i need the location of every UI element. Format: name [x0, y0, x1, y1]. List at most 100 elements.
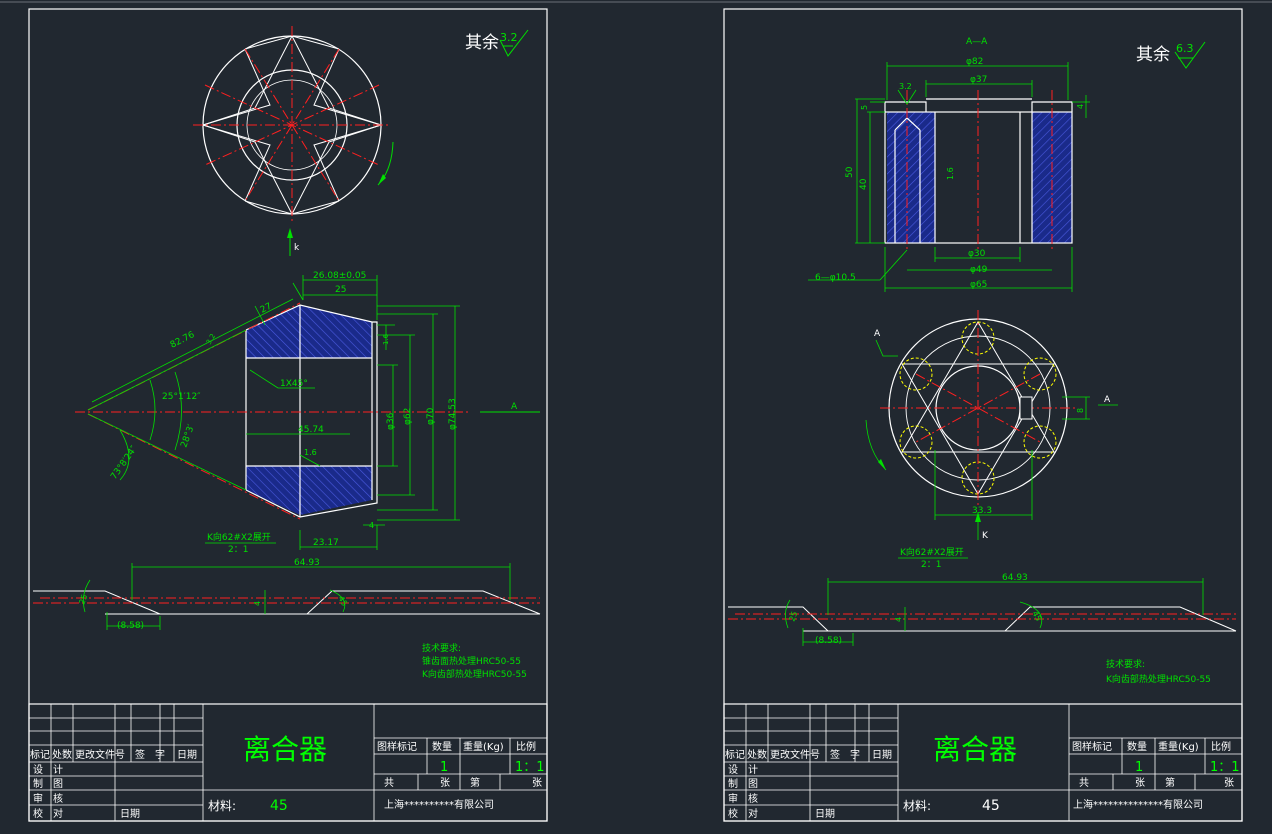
- dim-angle-73: 73°8′24″: [109, 444, 140, 482]
- part-name-right: 离合器: [933, 733, 1017, 766]
- dev-angle-a-right: 25: [787, 610, 799, 623]
- page-no-right: 第: [1165, 776, 1175, 789]
- row-design-right: 设 计: [728, 763, 758, 776]
- tooth-development-view: 64.93 25 (8.58) 4 45: [33, 558, 541, 631]
- dev-c: 4: [253, 601, 262, 606]
- material-label: 材料:: [208, 799, 236, 813]
- dim-chamfer: 1X45°: [280, 379, 308, 389]
- row-draw: 制 图: [33, 777, 63, 790]
- tooth-development-view-right: 64.93 25 (8.58) 4 45: [728, 573, 1237, 646]
- hdr-sign-right: 签 字: [830, 748, 860, 761]
- row-review: 审 核: [33, 792, 63, 805]
- dev-b-right: (8.58): [815, 636, 842, 646]
- col-scale-right: 比例: [1211, 740, 1231, 753]
- row-date-right: 日期: [815, 808, 835, 820]
- dev-d: 45: [336, 595, 349, 608]
- dim-4: 4: [369, 521, 374, 530]
- col-fig: 图样标记: [377, 740, 417, 753]
- tech-title-right: 技术要求:: [1106, 658, 1145, 670]
- gear-top-view: k: [193, 26, 394, 256]
- dev-c-right: 4: [894, 617, 903, 622]
- section-a-mark-2: A: [1104, 395, 1111, 405]
- sheet-left: 其余 3.2 k 26.08±0.05 25 82.76 27 3.2 25°1…: [28, 8, 548, 822]
- dim-phi30: φ30: [968, 249, 986, 259]
- part-name: 离合器: [243, 733, 327, 766]
- sheet-unit-right: 张: [1135, 777, 1145, 789]
- dim-40: 40: [859, 178, 869, 190]
- roughness-note: 其余: [465, 33, 499, 53]
- row-review-right: 审 核: [728, 792, 758, 805]
- material-label-right: 材料:: [903, 799, 931, 813]
- company-right: 上海**************有限公司: [1073, 798, 1203, 811]
- col-weight: 重量(Kg): [463, 740, 504, 753]
- tech-item-2: K向齿部热处理HRC50-55: [422, 668, 527, 680]
- material-value: 45: [270, 798, 288, 814]
- roughness-value: 3.2: [500, 31, 518, 44]
- hdr-date: 日期: [177, 749, 197, 761]
- qty-value-right: 1: [1135, 760, 1143, 775]
- dim-phi70: φ70: [426, 407, 436, 425]
- k-view-scale: 2：1: [228, 545, 248, 555]
- material-value-right: 45: [982, 798, 1000, 814]
- row-design: 设 计: [33, 763, 63, 776]
- k-view-title: K向62#X2展开: [207, 531, 271, 543]
- dim-angle-25: 25°1′12″: [162, 392, 201, 402]
- section-label: A—A: [966, 37, 988, 47]
- dev-angle-a: 25: [77, 593, 89, 606]
- row-check-right: 校 对: [728, 807, 758, 820]
- scale-value: 1：1: [515, 760, 545, 775]
- dim-27: 27: [259, 302, 274, 316]
- hdr-date-right: 日期: [872, 749, 892, 761]
- dim-5: 5: [860, 105, 869, 110]
- tech-item-1: 锥齿面热处理HRC50-55: [422, 655, 521, 667]
- sheet-total: 共: [384, 777, 394, 789]
- col-weight-right: 重量(Kg): [1158, 740, 1199, 753]
- col-scale: 比例: [516, 740, 536, 753]
- hdr-mark: 标记: [30, 749, 50, 761]
- dim-phi65: φ65: [970, 280, 987, 290]
- roughness-value-right: 6.3: [1176, 42, 1194, 55]
- tech-item-right-1: K向齿部热处理HRC50-55: [1106, 673, 1211, 685]
- hdr-sign: 签 字: [135, 748, 165, 761]
- dim-3-2-right: 3.2: [899, 82, 912, 91]
- dev-length-right: 64.93: [1002, 573, 1028, 583]
- dim-33-3: 33.3: [972, 506, 992, 516]
- gear-face-view: A A 8 33.3 K: [865, 310, 1118, 541]
- section-a-a-view: φ82 φ37 3.2 5 50 40 4 1.6 φ30 φ49 φ65 6—…: [808, 57, 1090, 292]
- gear-side-section: 26.08±0.05 25 82.76 27 3.2 25°1′12″ 28°3…: [75, 271, 540, 550]
- dim-phi62: φ62: [403, 408, 413, 425]
- sheet-right: A—A 其余 6.3 φ82 φ37 3.2 5 50 40 4 1.6 φ30…: [723, 8, 1243, 822]
- dev-length: 64.93: [294, 558, 320, 568]
- cad-drawing-canvas: 其余 3.2 k 26.08±0.05 25 82.76 27 3.2 25°1…: [0, 1, 1272, 822]
- dim-angle-28: 28°3′: [179, 423, 197, 449]
- title-block-right: 标记 处数 更改文件号 签 字 日期 设 计 制 图 审 核 校 对 日期 离合…: [723, 703, 1243, 822]
- hdr-count-right: 处数: [747, 748, 767, 761]
- dim-25: 25: [335, 285, 346, 295]
- page-unit-right: 张: [1224, 777, 1234, 789]
- dim-phi36: φ36: [386, 412, 396, 430]
- col-qty-right: 数量: [1127, 740, 1147, 753]
- dim-phi74-53: φ74.53: [448, 398, 458, 430]
- title-block: 标记 处数 更改文件号 签 字 日期 设 计 制 图 审 核 校 对 日期 离合…: [28, 703, 548, 822]
- col-fig-right: 图样标记: [1072, 740, 1112, 753]
- dim-1-6-right: 1.6: [946, 167, 955, 180]
- dim-8: 8: [1076, 408, 1085, 413]
- dim-4-right: 4: [1076, 104, 1085, 109]
- dim-holes: 6—φ10.5: [815, 273, 856, 283]
- hdr-mark-right: 标记: [725, 749, 745, 761]
- hdr-count: 处数: [52, 748, 72, 761]
- row-draw-right: 制 图: [728, 777, 758, 790]
- dim-phi37: φ37: [970, 75, 987, 85]
- tech-title: 技术要求:: [422, 642, 461, 654]
- hdr-change-right: 更改文件号: [770, 748, 820, 761]
- view-k-mark: k: [294, 243, 300, 253]
- dev-d-right: 45: [1030, 610, 1043, 623]
- sheet-unit: 张: [440, 777, 450, 789]
- k-view-title-right: K向62#X2展开: [900, 546, 964, 558]
- sheet-total-right: 共: [1079, 777, 1089, 789]
- col-qty: 数量: [432, 740, 452, 753]
- dim-1-6: 1.6: [304, 448, 317, 457]
- company: 上海**********有限公司: [384, 798, 494, 811]
- hdr-change: 更改文件号: [75, 748, 125, 761]
- row-check: 校 对: [33, 807, 63, 820]
